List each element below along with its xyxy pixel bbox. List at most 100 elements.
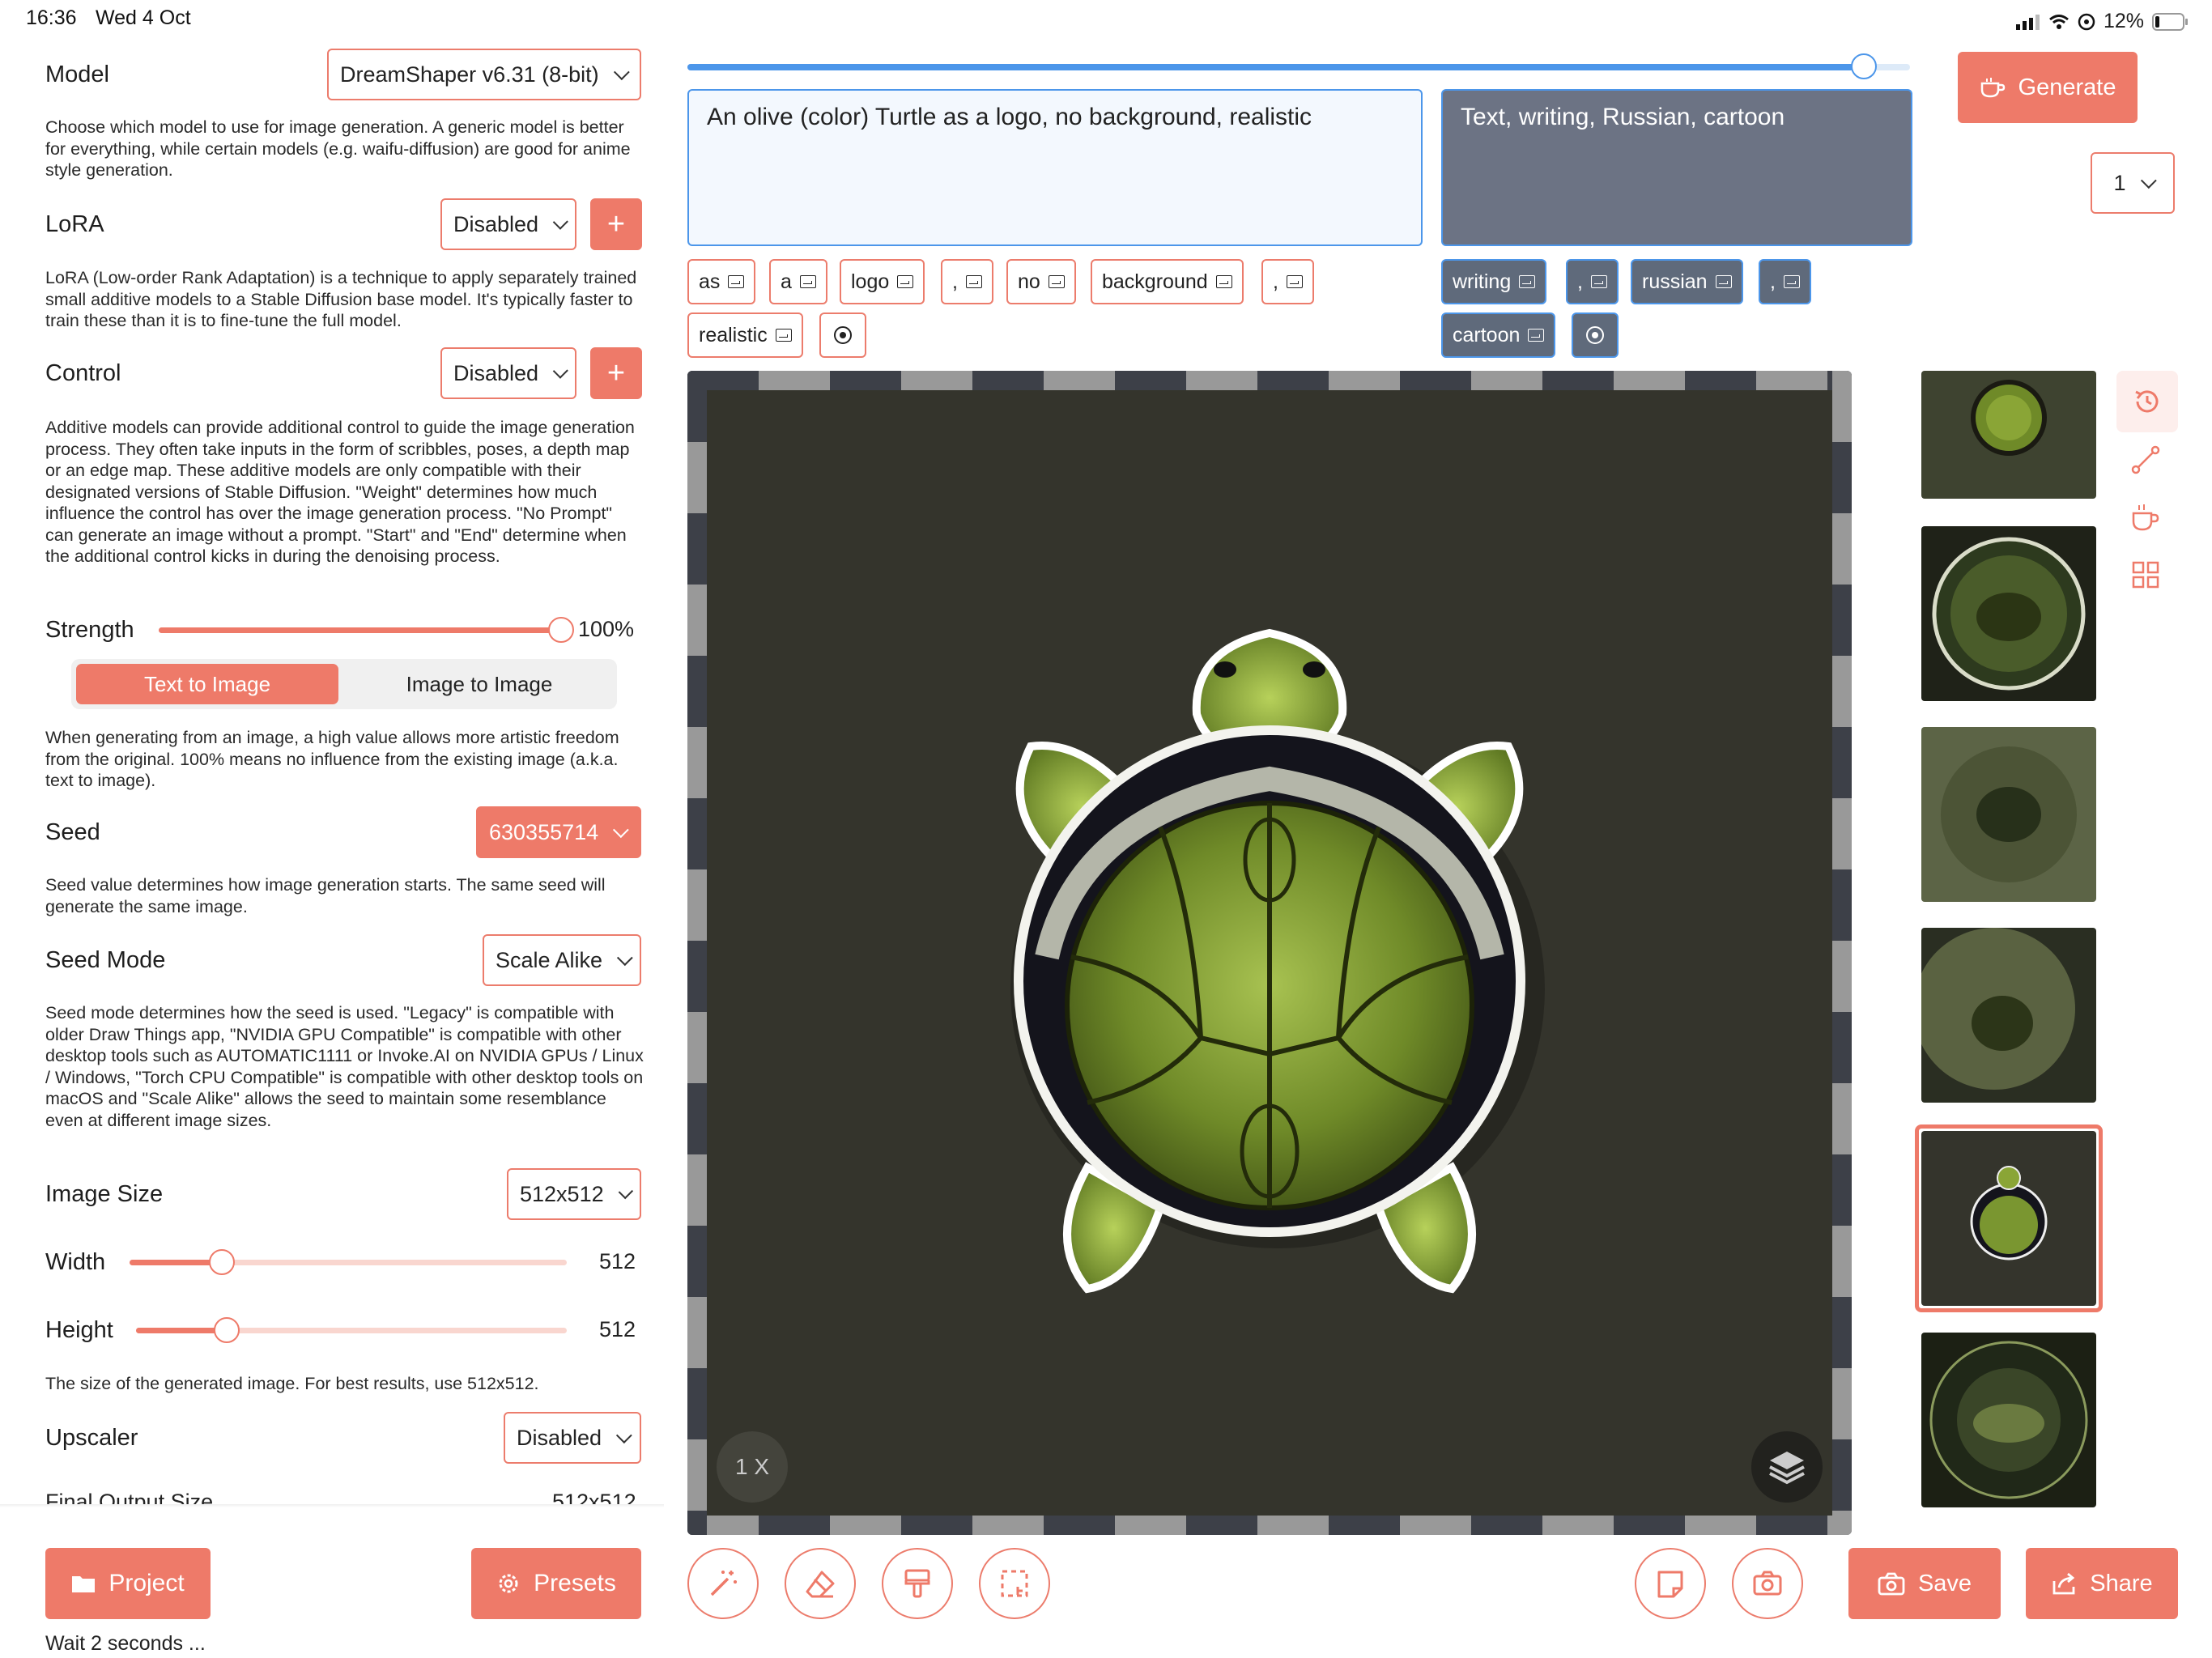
chevron-down-icon [552, 363, 568, 379]
strength-label: Strength [45, 617, 134, 643]
negative-token[interactable]: cartoon [1441, 312, 1556, 358]
size-description: The size of the generated image. For bes… [45, 1374, 539, 1393]
presets-button[interactable]: Presets [471, 1548, 641, 1619]
seed-description: Seed value determines how image generati… [45, 875, 606, 916]
tab-image-to-image[interactable]: Image to Image [348, 664, 610, 704]
share-icon [2052, 1572, 2075, 1595]
token-label: , [1577, 270, 1583, 293]
share-button[interactable]: Share [2026, 1548, 2178, 1619]
gear-icon [499, 1574, 518, 1593]
camera-button[interactable] [1732, 1548, 1803, 1619]
history-thumbnail[interactable] [1921, 928, 2096, 1103]
negative-prompt-input[interactable]: Text, writing, Russian, cartoon [1441, 89, 1912, 246]
upscaler-dropdown[interactable]: Disabled [504, 1412, 641, 1464]
return-icon [1215, 275, 1232, 288]
canvas-border-left [687, 371, 707, 1535]
canvas-border-bottom [687, 1516, 1852, 1535]
token-label: writing [1453, 270, 1512, 293]
image-size-value: 512x512 [520, 1181, 604, 1206]
canvas-frame[interactable]: 1 X [687, 371, 1852, 1535]
return-icon [799, 275, 816, 288]
cup-button[interactable] [2129, 502, 2162, 538]
eraser-icon [806, 1571, 835, 1598]
token-label: no [1018, 270, 1040, 293]
line-tool-button[interactable] [2129, 444, 2162, 480]
magic-wand-button[interactable] [687, 1548, 759, 1619]
zoom-indicator[interactable]: 1 X [717, 1431, 788, 1503]
layers-button[interactable] [1751, 1431, 1823, 1503]
return-icon [1519, 275, 1536, 288]
presets-label: Presets [534, 1570, 616, 1596]
cup-icon [1980, 78, 2005, 98]
return-icon [1783, 275, 1800, 288]
prompt-token[interactable]: a [769, 259, 827, 304]
model-dropdown[interactable]: DreamShaper v6.31 (8-bit) [327, 49, 641, 100]
add-token-button[interactable] [819, 312, 866, 358]
add-negative-token-button[interactable] [1572, 312, 1619, 358]
note-icon [1657, 1571, 1683, 1598]
history-button[interactable] [2116, 371, 2178, 432]
prompt-token[interactable]: realistic [687, 312, 803, 358]
selection-icon [1001, 1570, 1028, 1597]
prompt-token[interactable]: , [1261, 259, 1314, 304]
control-value: Disabled [453, 360, 539, 385]
token-label: russian [1642, 270, 1708, 293]
chevron-down-icon [618, 1184, 633, 1200]
token-label: a [781, 270, 792, 293]
token-label: logo [851, 270, 890, 293]
control-dropdown[interactable]: Disabled [440, 347, 576, 399]
strength-slider-thumb[interactable] [548, 617, 574, 643]
seed-dropdown[interactable]: 630355714 [476, 806, 641, 858]
chevron-down-icon [615, 1427, 632, 1444]
zoom-label: 1 X [734, 1454, 770, 1479]
paint-brush-button[interactable] [882, 1548, 953, 1619]
prompt-token[interactable]: , [941, 259, 993, 304]
seed-mode-dropdown[interactable]: Scale Alike [483, 934, 641, 986]
status-indicators: 12% [2016, 10, 2189, 33]
width-slider-thumb[interactable] [209, 1249, 235, 1275]
batch-count-dropdown[interactable]: 1 [2091, 152, 2175, 214]
history-thumbnail[interactable] [1921, 1333, 2096, 1507]
negative-token[interactable]: writing [1441, 259, 1547, 304]
history-thumbnail[interactable] [1921, 526, 2096, 701]
scroll-fade [0, 1504, 664, 1507]
negative-token[interactable]: russian [1631, 259, 1743, 304]
strength-value: 100% [578, 617, 635, 641]
prompt-token[interactable]: background [1091, 259, 1244, 304]
token-label: , [952, 270, 958, 293]
add-lora-button[interactable]: + [590, 198, 642, 250]
thumbnail-image [1921, 928, 2075, 1090]
location-icon [2078, 13, 2095, 30]
add-control-button[interactable]: + [590, 347, 642, 399]
negative-token[interactable]: , [1566, 259, 1619, 304]
status-text: Wait 2 seconds ... [45, 1632, 206, 1655]
eraser-button[interactable] [785, 1548, 856, 1619]
prompt-token[interactable]: as [687, 259, 756, 304]
image-size-dropdown[interactable]: 512x512 [507, 1168, 641, 1220]
history-thumbnail[interactable] [1921, 727, 2096, 902]
prompt-input[interactable]: An olive (color) Turtle as a logo, no ba… [687, 89, 1423, 246]
progress-thumb[interactable] [1851, 53, 1877, 79]
canvas-border-top [687, 371, 1852, 390]
negative-token[interactable]: , [1759, 259, 1811, 304]
history-thumbnail[interactable] [1921, 371, 2096, 499]
save-button[interactable]: Save [1848, 1548, 2001, 1619]
height-slider-thumb[interactable] [214, 1317, 240, 1343]
grid-view-button[interactable] [2131, 560, 2160, 593]
tab-text-to-image[interactable]: Text to Image [76, 664, 338, 704]
selection-button[interactable] [979, 1548, 1050, 1619]
generate-button[interactable]: Generate [1958, 52, 2138, 123]
return-icon [965, 275, 982, 288]
prompt-token[interactable]: logo [840, 259, 925, 304]
history-thumbnail-selected[interactable] [1921, 1131, 2096, 1306]
control-description: Additive models can provide additional c… [45, 418, 635, 566]
lora-dropdown[interactable]: Disabled [440, 198, 576, 250]
seed-mode-value: Scale Alike [496, 947, 603, 972]
project-button[interactable]: Project [45, 1548, 211, 1619]
prompt-token[interactable]: no [1006, 259, 1076, 304]
note-button[interactable] [1635, 1548, 1706, 1619]
grid-icon [2132, 561, 2159, 589]
lora-description: LoRA (Low-order Rank Adaptation) is a te… [45, 268, 637, 330]
target-icon [1586, 326, 1604, 344]
width-label: Width [45, 1249, 106, 1275]
